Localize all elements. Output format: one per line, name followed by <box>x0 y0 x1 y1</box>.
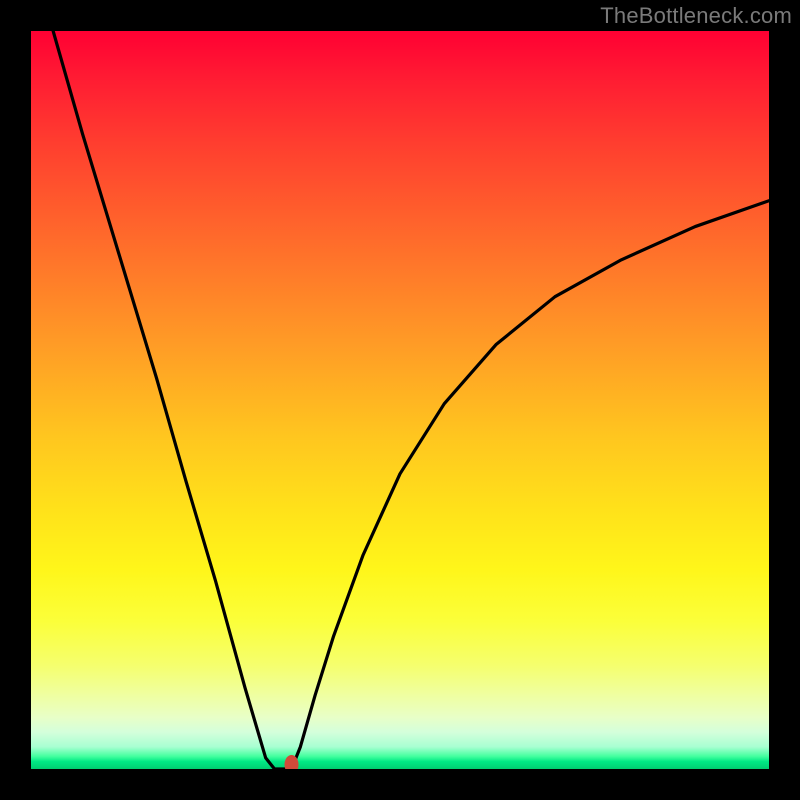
watermark-text: TheBottleneck.com <box>600 3 792 29</box>
chart-frame: TheBottleneck.com <box>0 0 800 800</box>
plot-area <box>31 31 769 769</box>
bottleneck-curve-path <box>53 31 769 769</box>
bottleneck-curve <box>31 31 769 769</box>
